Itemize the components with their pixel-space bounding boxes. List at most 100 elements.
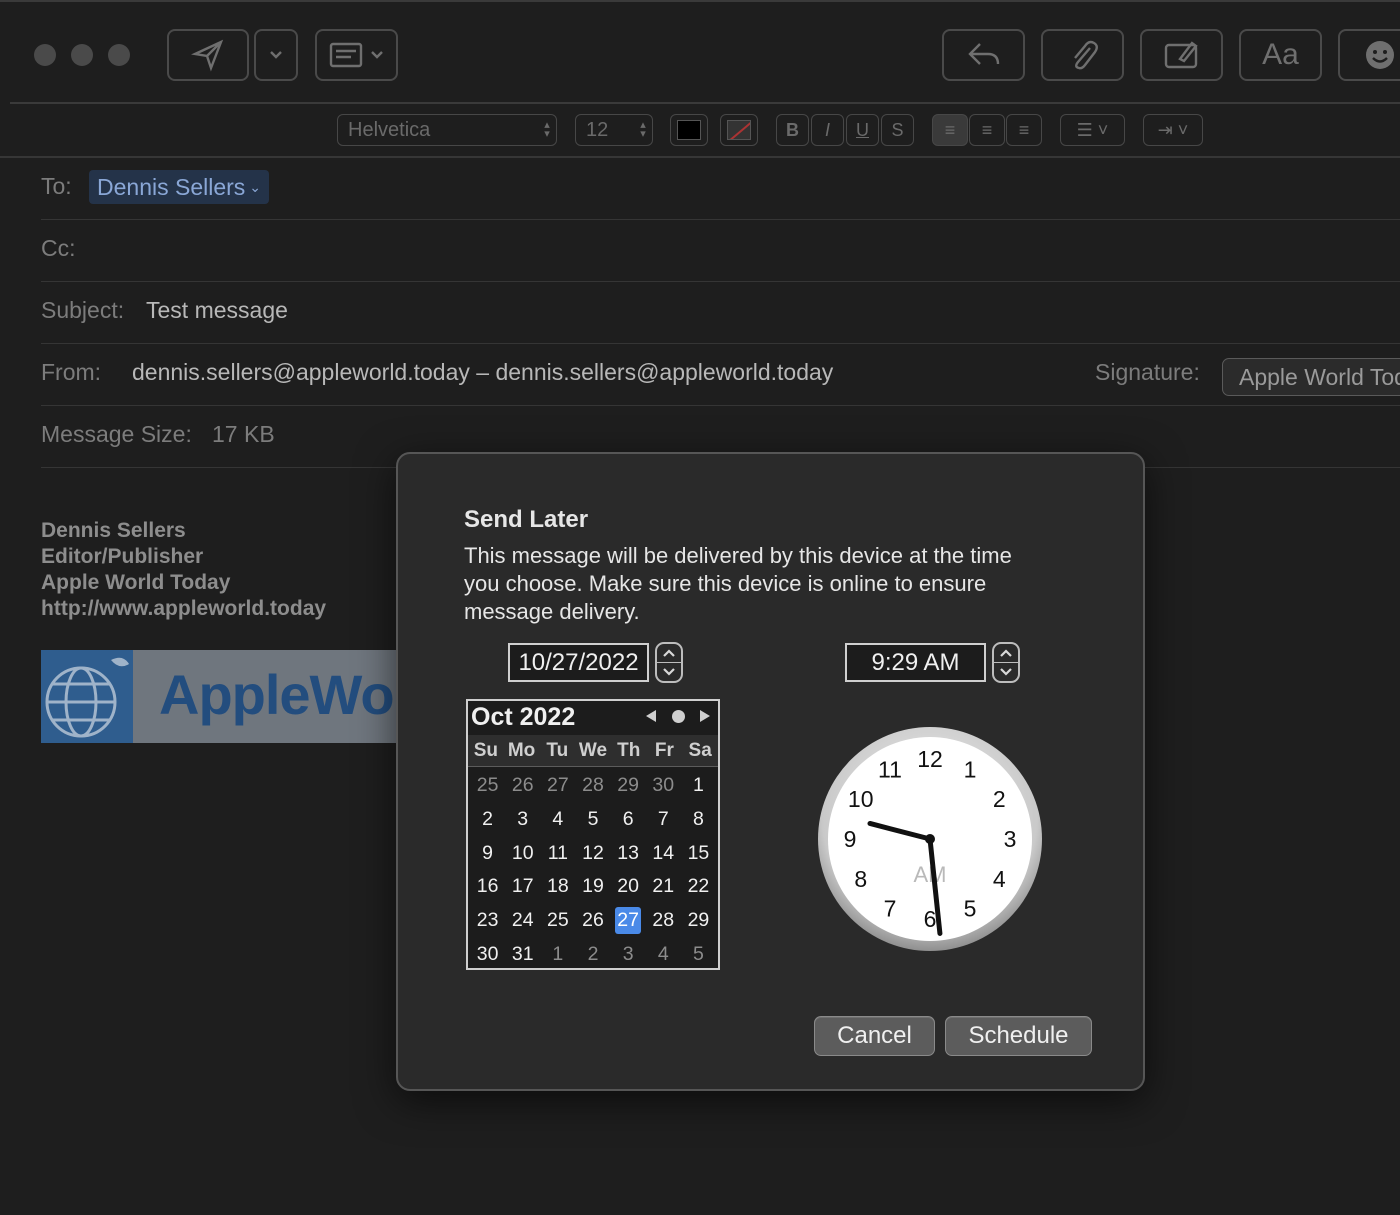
zoom-window-button[interactable] — [108, 44, 130, 66]
align-right-icon: ≡ — [1018, 119, 1030, 140]
time-stepper[interactable] — [992, 642, 1020, 683]
markup-button[interactable] — [1140, 29, 1223, 81]
calendar-day[interactable]: 10 — [505, 836, 540, 870]
cc-field-row[interactable]: Cc: — [41, 220, 1400, 282]
signature-url[interactable]: http://www.appleworld.today — [41, 596, 326, 622]
clock-center — [925, 834, 935, 844]
calendar-day[interactable]: 19 — [575, 870, 610, 904]
calendar-day[interactable]: 20 — [611, 870, 646, 904]
calendar-day[interactable]: 23 — [470, 904, 505, 938]
calendar-day[interactable]: 18 — [540, 870, 575, 904]
calendar-day[interactable]: 27 — [540, 769, 575, 803]
text-color-button[interactable] — [670, 114, 708, 146]
header-fields-button[interactable] — [315, 29, 398, 81]
calendar-day[interactable]: 4 — [540, 803, 575, 837]
from-select[interactable]: dennis.sellers@appleworld.today – dennis… — [132, 359, 833, 386]
calendar-day[interactable]: 14 — [646, 836, 681, 870]
strikethrough-button[interactable]: S — [881, 114, 914, 146]
time-increment-button[interactable] — [994, 644, 1018, 662]
date-stepper[interactable] — [655, 642, 683, 683]
calendar-day[interactable]: 29 — [611, 769, 646, 803]
signature-select[interactable]: Apple World Today — [1222, 358, 1400, 396]
calendar-day[interactable]: 17 — [505, 870, 540, 904]
calendar-day[interactable]: 3 — [611, 937, 646, 971]
bold-button[interactable]: B — [776, 114, 809, 146]
minimize-window-button[interactable] — [71, 44, 93, 66]
send-button[interactable] — [167, 29, 249, 81]
calendar-day[interactable]: 1 — [540, 937, 575, 971]
today-dot-icon[interactable] — [672, 710, 685, 723]
underline-label: U — [856, 119, 869, 140]
font-size-select[interactable]: 12 ▴ ▾ — [575, 114, 653, 146]
reply-button[interactable] — [942, 29, 1025, 81]
calendar-day[interactable]: 11 — [540, 836, 575, 870]
list-style-button[interactable]: ☰ ˅ — [1060, 114, 1125, 146]
calendar-day[interactable]: 25 — [540, 904, 575, 938]
calendar-day[interactable]: 6 — [611, 803, 646, 837]
calendar-day[interactable]: 29 — [681, 904, 716, 938]
calendar-day[interactable]: 9 — [470, 836, 505, 870]
calendar-day[interactable]: 26 — [575, 904, 610, 938]
calendar-day[interactable]: 16 — [470, 870, 505, 904]
close-window-button[interactable] — [34, 44, 56, 66]
emoji-button[interactable] — [1338, 29, 1400, 81]
calendar-day[interactable]: 25 — [470, 769, 505, 803]
font-family-select[interactable]: Helvetica ▴ ▾ — [337, 114, 557, 146]
from-field-row: From: dennis.sellers@appleworld.today – … — [41, 344, 1400, 406]
calendar-day[interactable]: 24 — [505, 904, 540, 938]
calendar-day[interactable]: 8 — [681, 803, 716, 837]
date-decrement-button[interactable] — [657, 663, 681, 681]
calendar-day[interactable]: 4 — [646, 937, 681, 971]
cancel-button[interactable]: Cancel — [814, 1016, 935, 1056]
calendar-day[interactable]: 30 — [470, 937, 505, 971]
calendar-day[interactable]: 3 — [505, 803, 540, 837]
align-center-button[interactable]: ≡ — [969, 114, 1005, 146]
calendar-day-number: 17 — [511, 875, 534, 898]
date-input[interactable]: 10/27/2022 — [508, 643, 649, 682]
chevron-down-icon — [270, 51, 282, 59]
calendar-day[interactable]: 5 — [681, 937, 716, 971]
subject-field-row[interactable]: Subject: Test message — [41, 282, 1400, 344]
schedule-button[interactable]: Schedule — [945, 1016, 1092, 1056]
calendar-day[interactable]: 26 — [505, 769, 540, 803]
calendar-day[interactable]: 2 — [575, 937, 610, 971]
color-swatch — [677, 120, 701, 140]
subject-input[interactable]: Test message — [146, 297, 288, 324]
date-increment-button[interactable] — [657, 644, 681, 662]
calendar-day[interactable]: 30 — [646, 769, 681, 803]
to-field-row: To: Dennis Sellers ⌄ — [41, 158, 1400, 220]
analog-clock[interactable]: 12 12 3 45 6 78 9 1011 AM — [817, 726, 1043, 952]
calendar-day[interactable]: 7 — [646, 803, 681, 837]
calendar-day[interactable]: 12 — [575, 836, 610, 870]
calendar-day[interactable]: 13 — [611, 836, 646, 870]
next-month-icon[interactable] — [700, 710, 710, 722]
align-left-button[interactable]: ≡ — [932, 114, 968, 146]
calendar-day-selected[interactable]: 27 — [611, 904, 646, 938]
calendar-day-number: 20 — [617, 875, 639, 898]
attach-button[interactable] — [1041, 29, 1124, 81]
clock-meridiem: AM — [914, 862, 947, 887]
background-color-button[interactable] — [720, 114, 758, 146]
previous-month-icon[interactable] — [646, 710, 656, 722]
underline-button[interactable]: U — [846, 114, 879, 146]
indent-button[interactable]: ⇥ ˅ — [1143, 114, 1203, 146]
italic-button[interactable]: I — [811, 114, 844, 146]
calendar-day[interactable]: 22 — [681, 870, 716, 904]
time-input[interactable]: 9:29 AM — [845, 643, 986, 682]
calendar-day-number: 30 — [652, 774, 675, 797]
calendar-day[interactable]: 1 — [681, 769, 716, 803]
calendar-day[interactable]: 5 — [575, 803, 610, 837]
format-button[interactable]: Aa — [1239, 29, 1322, 81]
calendar-day[interactable]: 31 — [505, 937, 540, 971]
send-options-button[interactable] — [254, 29, 298, 81]
align-right-button[interactable]: ≡ — [1006, 114, 1042, 146]
calendar-day[interactable]: 2 — [470, 803, 505, 837]
email-signature[interactable]: Dennis Sellers Editor/Publisher Apple Wo… — [41, 518, 326, 622]
calendar-day[interactable]: 21 — [646, 870, 681, 904]
recipient-token[interactable]: Dennis Sellers ⌄ — [89, 170, 270, 204]
calendar-day[interactable]: 15 — [681, 836, 716, 870]
time-decrement-button[interactable] — [994, 663, 1018, 681]
calendar-day[interactable]: 28 — [575, 769, 610, 803]
updown-icon: ▴ ▾ — [640, 119, 646, 140]
calendar-day[interactable]: 28 — [646, 904, 681, 938]
